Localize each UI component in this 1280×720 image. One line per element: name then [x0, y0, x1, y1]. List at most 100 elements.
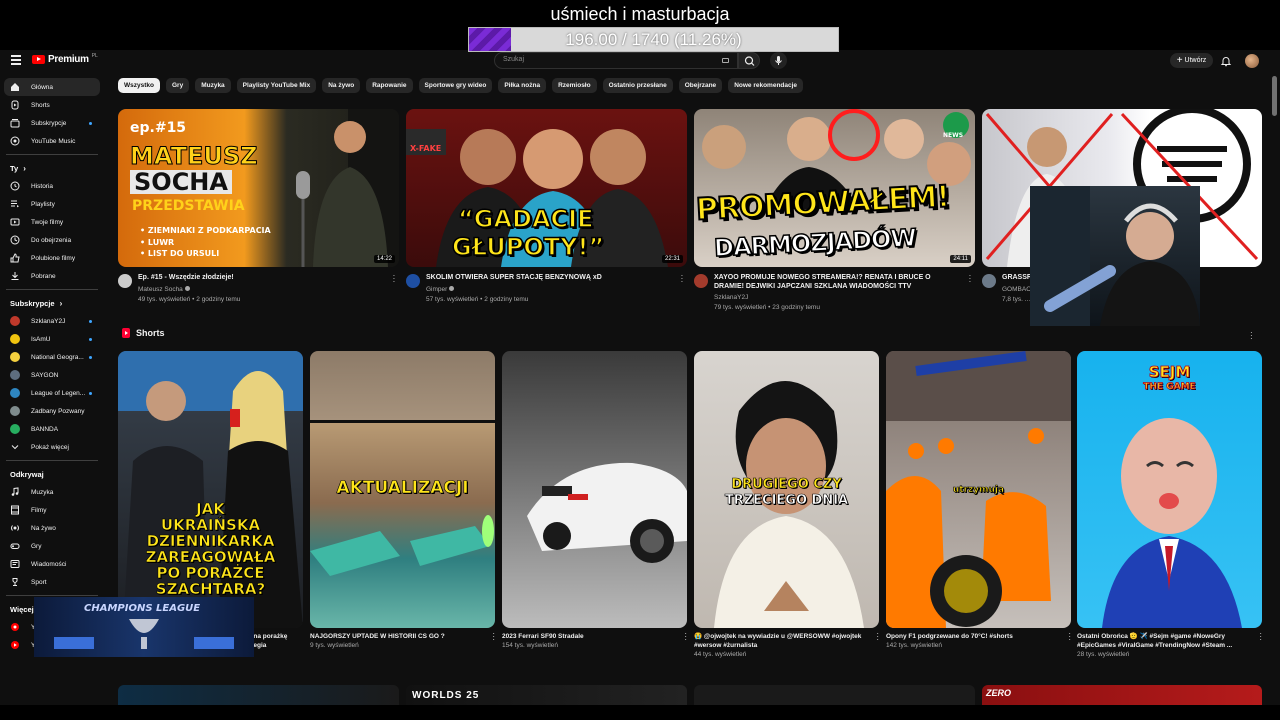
thumb-line: MATEUSZ [130, 142, 259, 170]
sidebar-item[interactable]: Shorts [4, 96, 100, 114]
sidebar-item[interactable]: Filmy [4, 501, 100, 519]
filter-chip[interactable]: Rzemiosło [552, 78, 597, 93]
sidebar-item[interactable]: Wiadomości [4, 555, 100, 573]
video-thumbnail[interactable]: NEWS PROMOWAŁEM! DARMOZJADÓW 24:11 [694, 109, 975, 267]
sidebar-item[interactable]: BANNDA [4, 420, 100, 438]
video-card-peek[interactable] [694, 685, 975, 705]
sidebar-item[interactable]: Główna [4, 78, 100, 96]
filter-chip[interactable]: Gry [165, 78, 190, 93]
sidebar-item[interactable]: Do obejrzenia [4, 231, 100, 249]
filter-chip[interactable]: Rapowanie [366, 78, 413, 93]
filter-chip[interactable]: Piłka nożna [498, 78, 547, 93]
sidebar-item[interactable]: Playlisty [4, 195, 100, 213]
more-actions-icon[interactable]: · · · [876, 630, 879, 644]
short-title[interactable]: 😭 @ojwojtek na wywiadzie u @WERSOWW #ojw… [694, 632, 869, 650]
filter-chip[interactable]: Sportowe gry wideo [418, 78, 493, 93]
sidebar-item[interactable]: Polubione filmy [4, 249, 100, 267]
short-title[interactable]: Ostatni Obrońca 🫡 ✈️ #Sejm #game #NoweGr… [1077, 632, 1252, 650]
more-actions-icon[interactable]: · · · [391, 272, 397, 286]
sidebar-item[interactable]: SAYGON [4, 366, 100, 384]
short-thumbnail[interactable]: SEJM THE GAME [1077, 351, 1262, 628]
channel-avatar[interactable] [694, 274, 708, 288]
short-title[interactable]: Opony F1 podgrzewane do 70°C! #shorts [886, 632, 1061, 641]
filter-chip[interactable]: Wszystko [118, 78, 160, 93]
more-actions-icon[interactable]: · · · [492, 630, 495, 644]
video-thumbnail[interactable]: X-FAKE “GADACIE GŁUPOTY!” 22:31 [406, 109, 687, 267]
logo-text: Premium [48, 54, 89, 65]
short-card[interactable]: DRUGIEGO CZY TRZECIEGO DNIA 😭 @ojwojtek … [694, 351, 879, 660]
voice-search-button[interactable] [770, 52, 787, 69]
menu-icon[interactable] [11, 55, 21, 65]
create-button[interactable]: + Utwórz [1170, 53, 1213, 68]
keyboard-icon[interactable] [722, 58, 729, 63]
filter-chip[interactable]: Playlisty YouTube Mix [236, 78, 317, 93]
short-card[interactable]: AKTUALIZACJI NAJGORSZY UPTADE W HISTORII… [310, 351, 495, 651]
more-actions-icon[interactable]: · · · [679, 272, 685, 286]
video-card[interactable]: X-FAKE “GADACIE GŁUPOTY!” 22:31 SKOLIM O… [406, 109, 687, 305]
more-actions-icon[interactable]: · · · [967, 272, 973, 286]
filter-chip[interactable]: Na żywo [322, 78, 361, 93]
filter-chip[interactable]: Ostatnio przesłane [602, 78, 673, 93]
search-input[interactable]: Szukaj [494, 52, 738, 69]
short-card[interactable]: SEJM THE GAME Ostatni Obrońca 🫡 ✈️ #Sejm… [1077, 351, 1262, 660]
short-thumbnail[interactable] [502, 351, 687, 628]
channel-avatar[interactable] [118, 274, 132, 288]
video-card[interactable]: NEWS PROMOWAŁEM! DARMOZJADÓW 24:11 XAYOO… [694, 109, 975, 313]
sidebar-item[interactable]: IsAmU [4, 330, 100, 348]
channel-avatar[interactable] [406, 274, 420, 288]
sidebar-item[interactable]: Twoje filmy [4, 213, 100, 231]
video-card[interactable]: ep.#15 MATEUSZ SOCHA PRZEDSTAWIA • ZIEMN… [118, 109, 399, 305]
video-card-peek[interactable]: WORLDS 25 [406, 685, 687, 705]
sidebar-item[interactable]: SzklanaY2J [4, 312, 100, 330]
short-title[interactable]: NAJGORSZY UPTADE W HISTORII CS GO ? [310, 632, 485, 641]
video-card-peek[interactable]: ZERO [982, 685, 1262, 705]
short-card[interactable]: 2023 Ferrari SF90 Stradale 154 tys. wyśw… [502, 351, 687, 651]
short-card[interactable]: utrzymują Opony F1 podgrzewane do 70°C! … [886, 351, 1071, 651]
filter-chip[interactable]: Muzyka [195, 78, 231, 93]
youtube-logo[interactable]: Premium PL [32, 53, 98, 65]
search-button[interactable] [738, 52, 760, 69]
video-title[interactable]: Ep. #15 - Wszędzie złodzieje! [138, 273, 399, 285]
video-title[interactable]: SKOLIM OTWIERA SUPER STACJĘ BENZYNOWĄ xD [426, 273, 687, 285]
short-thumbnail[interactable]: utrzymują [886, 351, 1071, 628]
more-actions-icon[interactable]: · · · [1068, 630, 1071, 644]
sidebar-item[interactable]: Subskrypcje [4, 114, 100, 132]
video-title[interactable]: XAYOO PROMUJE NOWEGO STREAMERA!? RENATA … [714, 273, 959, 293]
sidebar-section-heading[interactable]: Odkrywaj [4, 465, 100, 483]
sidebar-section-heading[interactable]: Subskrypcje › [4, 294, 100, 312]
page-scrollbar[interactable] [1272, 74, 1277, 674]
channel-name[interactable]: Mateusz Socha [138, 285, 399, 295]
filter-chip[interactable]: Nowe rekomendacje [728, 78, 804, 93]
sidebar-item[interactable]: National Geogra... [4, 348, 100, 366]
sidebar-item[interactable]: Pobrane [4, 267, 100, 285]
sidebar-section-heading[interactable]: Ty › [4, 159, 100, 177]
sidebar-item[interactable]: Historia [4, 177, 100, 195]
channel-name[interactable]: SzklanaY2J [714, 293, 975, 303]
short-thumbnail[interactable]: JAK UKRAIŃSKA DZIENNIKARKA ZAREAGOWAŁA P… [118, 351, 303, 628]
sidebar-item[interactable]: Gry [4, 537, 100, 555]
channel-name[interactable]: Gimper [426, 285, 687, 295]
sidebar-item[interactable]: League of Legen... [4, 384, 100, 402]
account-avatar[interactable] [1245, 54, 1259, 68]
filter-chip[interactable]: Obejrzane [678, 78, 723, 93]
shelf-more-icon[interactable]: · · · [1250, 329, 1253, 343]
notifications-button[interactable] [1220, 54, 1232, 67]
short-thumbnail[interactable]: DRUGIEGO CZY TRZECIEGO DNIA [694, 351, 879, 628]
more-actions-icon[interactable]: · · · [684, 630, 687, 644]
sidebar-item[interactable]: Pokaż więcej [4, 438, 100, 456]
sidebar-item[interactable]: Sport [4, 573, 100, 591]
channel-avatar[interactable] [982, 274, 996, 288]
sidebar-item[interactable]: Na żywo [4, 519, 100, 537]
search-icon [744, 56, 755, 66]
short-thumbnail[interactable]: AKTUALIZACJI [310, 351, 495, 628]
short-title[interactable]: ...na porażkę #legia [248, 632, 293, 650]
sidebar-item[interactable]: Muzyka [4, 483, 100, 501]
short-title[interactable]: 2023 Ferrari SF90 Stradale [502, 632, 677, 641]
sidebar-item[interactable]: Zadbany Pozwany [4, 402, 100, 420]
sidebar-item[interactable]: YouTube Music [4, 132, 100, 150]
video-thumbnail[interactable]: ep.#15 MATEUSZ SOCHA PRZEDSTAWIA • ZIEMN… [118, 109, 399, 267]
more-actions-icon[interactable]: · · · [1259, 630, 1262, 644]
scrollbar-thumb[interactable] [1272, 76, 1277, 116]
shorts-icon [10, 100, 20, 110]
video-card-peek[interactable] [118, 685, 399, 705]
